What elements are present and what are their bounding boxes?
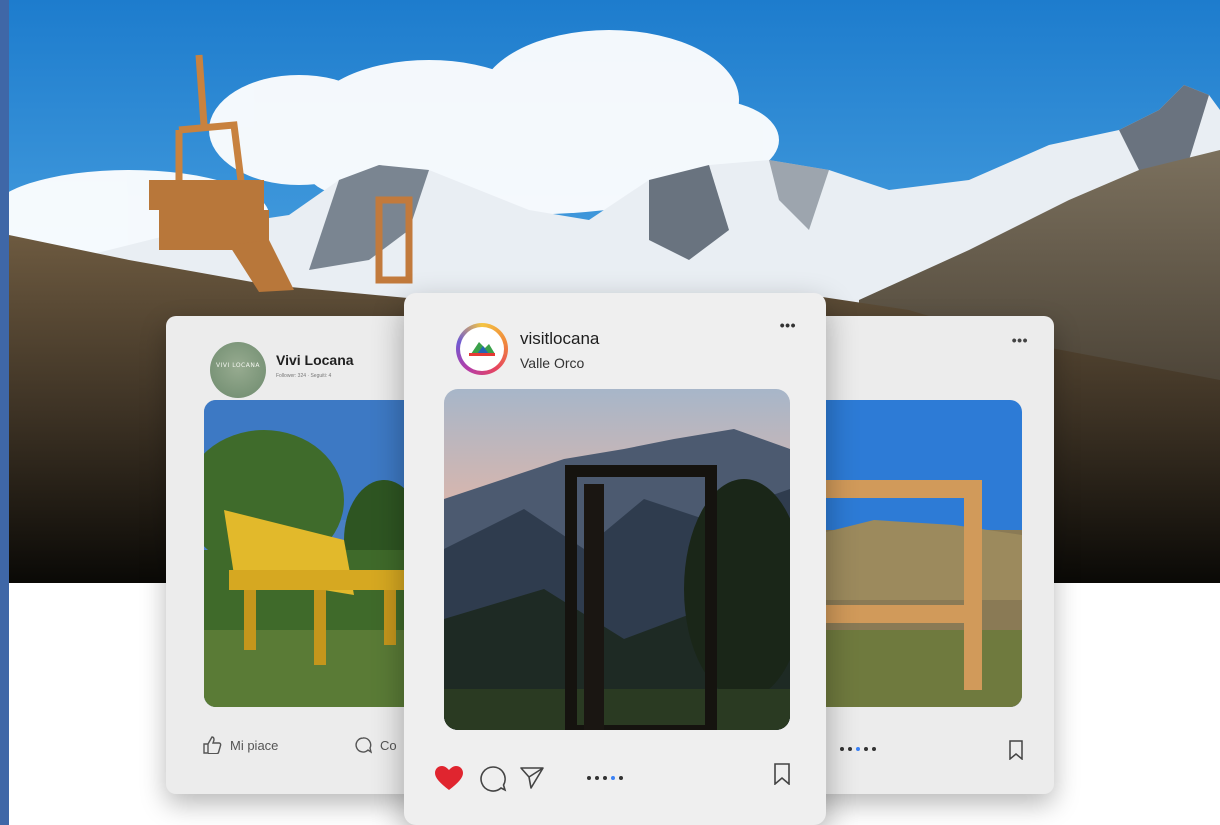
page-meta: Follower: 324 · Seguiti: 4	[276, 373, 332, 379]
post-photo-bench[interactable]	[204, 400, 426, 707]
heart-icon[interactable]	[434, 765, 464, 791]
carousel-dots	[587, 776, 623, 780]
carousel-dot-active	[611, 776, 615, 780]
carousel-dot	[840, 747, 844, 751]
location[interactable]: Valle Orco	[520, 355, 584, 371]
comment-label: Co	[380, 737, 397, 753]
carousel-dot	[848, 747, 852, 751]
thumbs-up-icon	[203, 736, 222, 754]
send-icon[interactable]	[519, 765, 545, 791]
like-label: Mi piace	[230, 737, 279, 753]
instagram-post-card: visitlocana Valle Orco •••	[404, 293, 826, 825]
post-photo-door[interactable]	[444, 389, 790, 730]
carousel-dot	[864, 747, 868, 751]
like-action[interactable]: Mi piace	[202, 736, 278, 754]
carousel-dot	[587, 776, 591, 780]
left-accent-strip	[0, 0, 9, 825]
post-photo-wooden-frame[interactable]	[794, 400, 1022, 707]
carousel-dot-active	[856, 747, 860, 751]
comment-action[interactable]: Co	[354, 736, 397, 754]
page-name[interactable]: Vivi Locana	[276, 352, 354, 368]
avatar-logo-text: VIVI LOCANA	[216, 362, 260, 369]
comment-icon	[355, 737, 372, 754]
comment-icon[interactable]	[479, 765, 507, 793]
more-options-icon[interactable]: •••	[1012, 332, 1028, 348]
profile-avatar[interactable]	[456, 323, 508, 375]
bookmark-icon[interactable]	[773, 763, 791, 785]
more-options-icon[interactable]: •••	[780, 317, 796, 333]
bookmark-icon[interactable]	[1008, 740, 1024, 760]
third-post-card: •••	[794, 316, 1054, 794]
carousel-dot	[619, 776, 623, 780]
username[interactable]: visitlocana	[520, 329, 599, 349]
carousel-dots	[840, 747, 876, 751]
carousel-dot	[872, 747, 876, 751]
visitlocana-logo	[465, 332, 499, 366]
carousel-dot	[603, 776, 607, 780]
carousel-dot	[595, 776, 599, 780]
page-avatar[interactable]: VIVI LOCANA	[210, 342, 266, 398]
facebook-post-card: VIVI LOCANA Vivi Locana Follower: 324 · …	[166, 316, 426, 794]
